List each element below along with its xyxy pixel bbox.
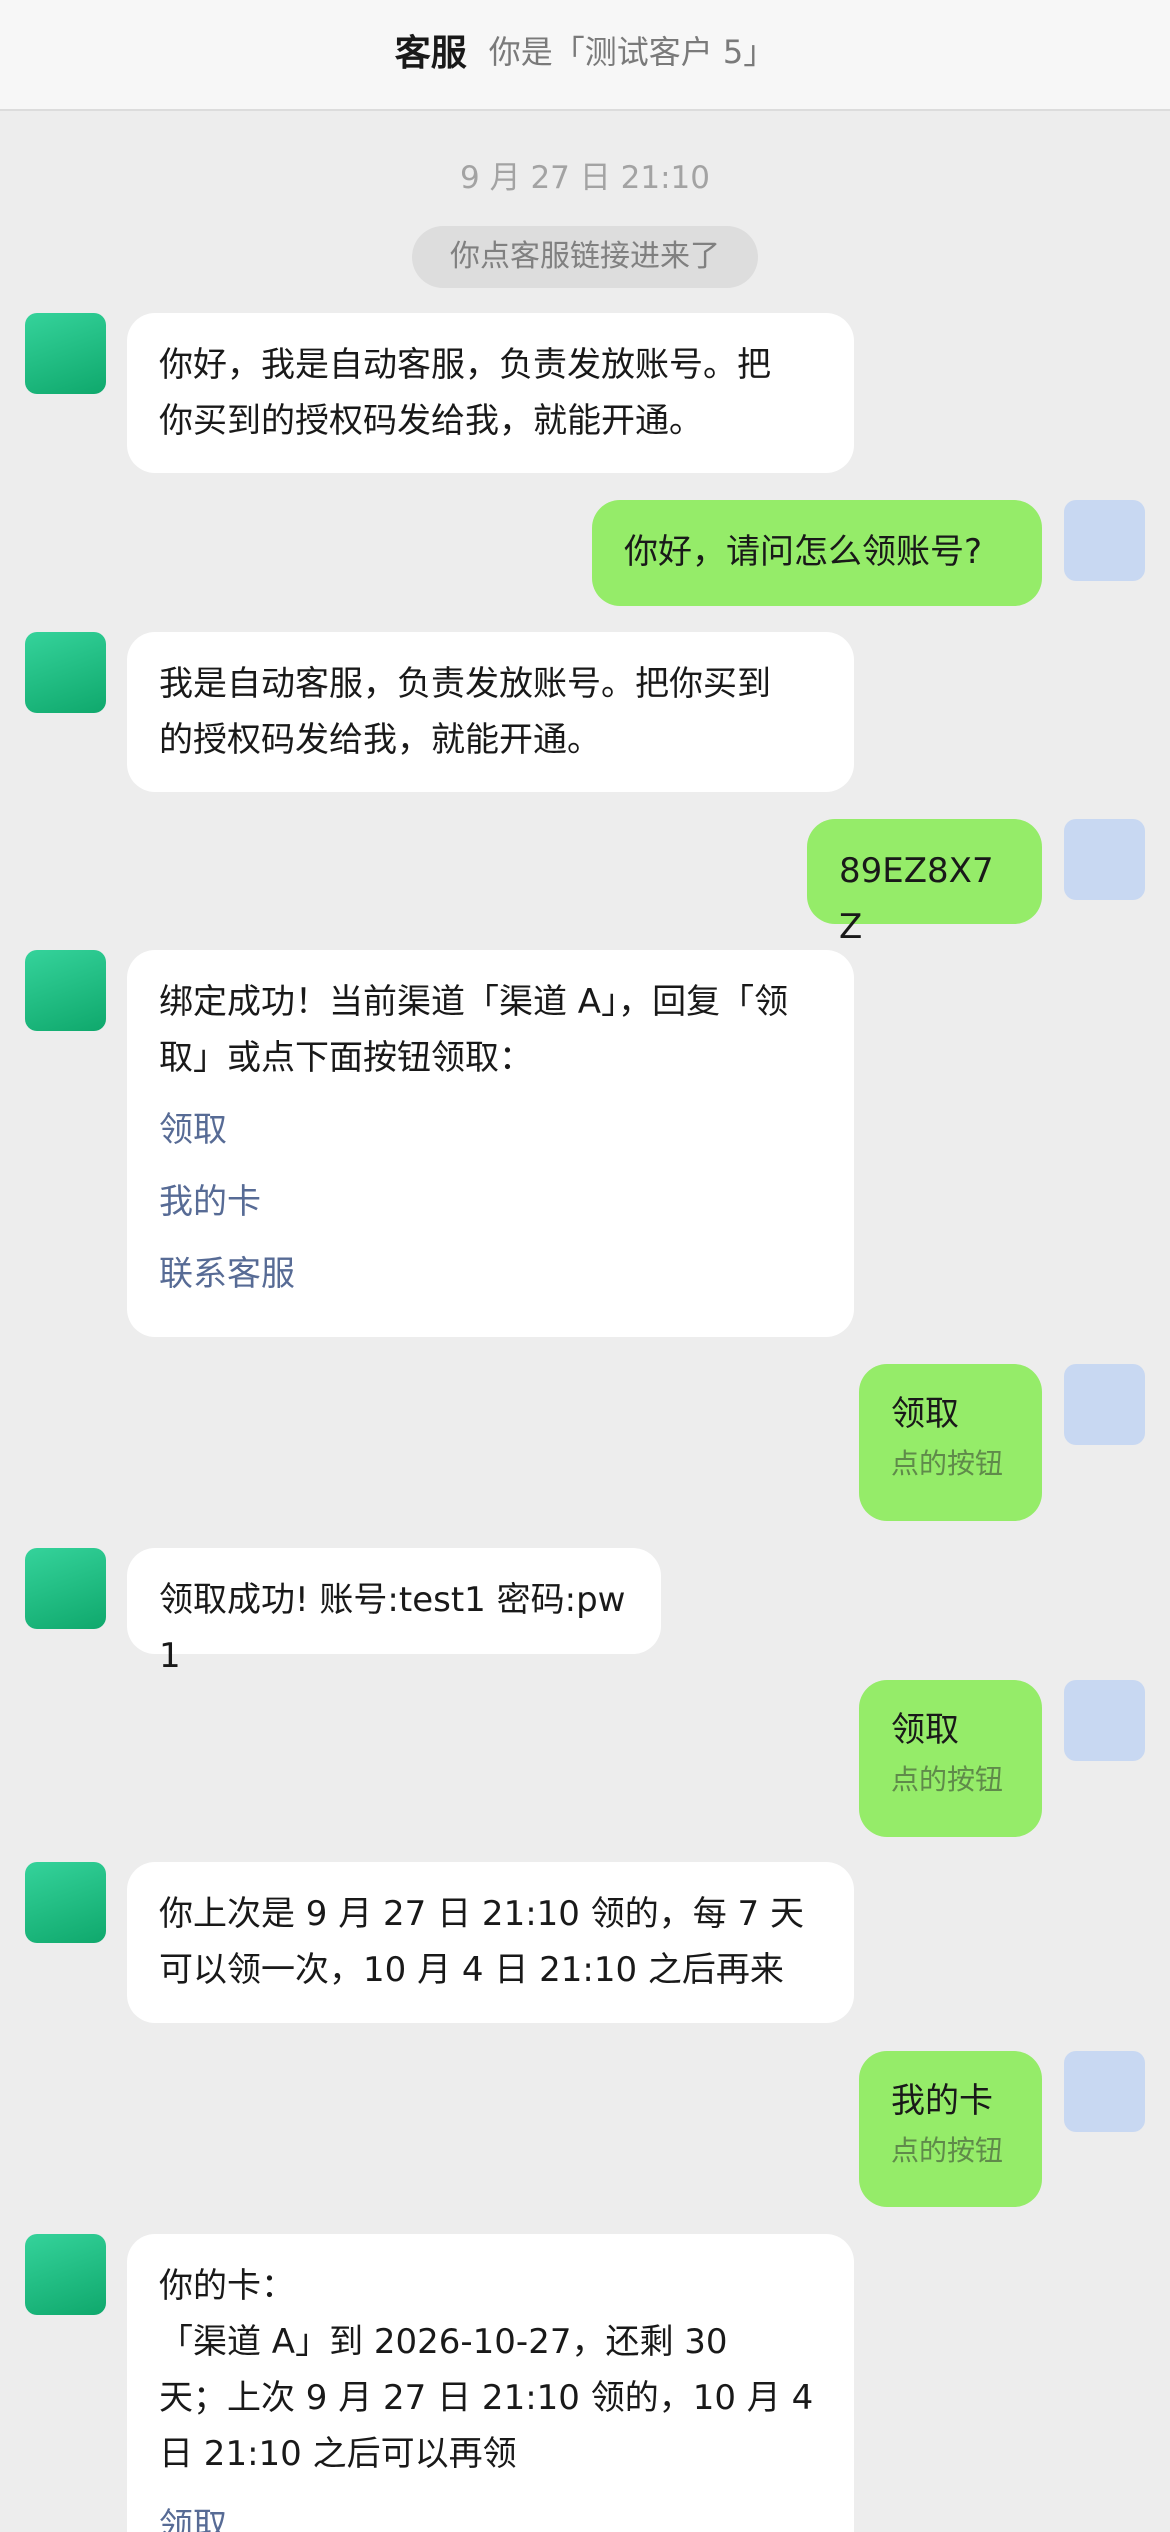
user-avatar[interactable]	[1064, 819, 1145, 900]
bot-avatar[interactable]	[25, 313, 106, 394]
message-line: 取」或点下面按钮领取：	[159, 1038, 533, 1078]
chat-subtitle: 你是「测试客户 5」	[488, 33, 776, 71]
user-message: 89EZ8X7Z	[807, 819, 1042, 947]
bot-avatar[interactable]	[25, 1548, 106, 1629]
message-line: 绑定成功！当前渠道「渠道 A」，回复「领	[159, 982, 789, 1022]
button-hint: 点的按钮	[891, 1763, 1004, 1796]
bot-avatar[interactable]	[25, 1862, 106, 1943]
user-button-reply: 我的卡 点的按钮	[859, 2051, 1042, 2207]
message-line: 你买到的授权码发给我，就能开通。	[159, 401, 703, 441]
user-avatar[interactable]	[1064, 1680, 1145, 1761]
user-avatar[interactable]	[1064, 500, 1145, 581]
message-line: 我是自动客服，负责发放账号。把你买到	[159, 664, 771, 704]
bot-message: 你好，我是自动客服，负责发放账号。把 你买到的授权码发给我，就能开通。	[127, 313, 854, 473]
message-text: 我的卡	[891, 2081, 993, 2121]
chat-header: 客服 你是「测试客户 5」	[0, 0, 1170, 111]
user-avatar[interactable]	[1064, 1364, 1145, 1445]
my-card-link[interactable]: 我的卡	[159, 1166, 822, 1238]
claim-link[interactable]: 领取	[159, 1094, 822, 1166]
bot-avatar[interactable]	[25, 2234, 106, 2315]
bot-avatar[interactable]	[25, 950, 106, 1031]
message-text: 领取成功! 账号:test1 密码:pw1	[159, 1580, 626, 1676]
chat-title: 客服	[394, 33, 467, 74]
bot-message: 绑定成功！当前渠道「渠道 A」，回复「领 取」或点下面按钮领取： 领取 我的卡 …	[127, 950, 854, 1337]
message-line: 你的卡：	[159, 2266, 295, 2306]
time-separator: 9 月 27 日 21:10	[460, 160, 710, 196]
message-line: 你好，我是自动客服，负责发放账号。把	[159, 345, 771, 385]
button-hint: 点的按钮	[891, 2134, 1004, 2167]
message-text: 领取	[891, 1710, 959, 1750]
button-hint: 点的按钮	[891, 1447, 1004, 1480]
message-line: 天；上次 9 月 27 日 21:10 领的，10 月 4	[159, 2378, 814, 2418]
claim-link[interactable]: 领取	[159, 2490, 822, 2532]
bot-message: 我是自动客服，负责发放账号。把你买到 的授权码发给我，就能开通。	[127, 632, 854, 792]
user-button-reply: 领取 点的按钮	[859, 1364, 1042, 1521]
contact-support-link[interactable]: 联系客服	[159, 1238, 822, 1310]
bot-message: 你上次是 9 月 27 日 21:10 领的，每 7 天 可以领一次，10 月 …	[127, 1862, 854, 2023]
message-text: 领取	[891, 1394, 959, 1434]
message-line: 「渠道 A」到 2026-10-27，还剩 30	[159, 2322, 728, 2362]
message-text: 你好，请问怎么领账号?	[624, 532, 983, 572]
message-line: 的授权码发给我，就能开通。	[159, 720, 601, 760]
message-text: 89EZ8X7Z	[839, 851, 994, 947]
user-message: 你好，请问怎么领账号?	[592, 500, 1042, 606]
bot-message: 领取成功! 账号:test1 密码:pw1	[127, 1548, 661, 1676]
message-line: 可以领一次，10 月 4 日 21:10 之后再来	[159, 1950, 784, 1990]
message-line: 你上次是 9 月 27 日 21:10 领的，每 7 天	[159, 1894, 804, 1934]
bot-message: 你的卡： 「渠道 A」到 2026-10-27，还剩 30 天；上次 9 月 2…	[127, 2234, 854, 2532]
bot-avatar[interactable]	[25, 632, 106, 713]
system-notice: 你点客服链接进来了	[412, 226, 758, 288]
user-button-reply: 领取 点的按钮	[859, 1680, 1042, 1837]
message-line: 日 21:10 之后可以再领	[159, 2434, 517, 2474]
user-avatar[interactable]	[1064, 2051, 1145, 2132]
